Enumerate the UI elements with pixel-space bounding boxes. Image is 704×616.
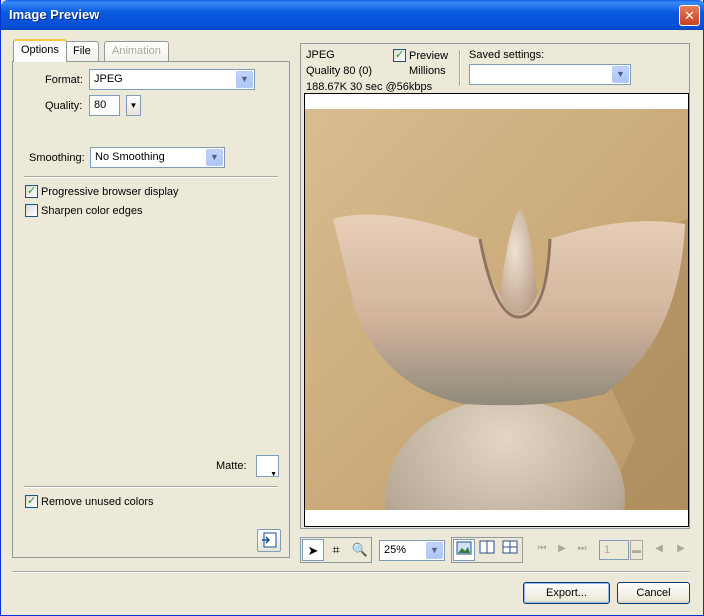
- sharpen-checkbox[interactable]: Sharpen color edges: [25, 204, 143, 217]
- cancel-button[interactable]: Cancel: [617, 582, 690, 604]
- next-frame-icon: ▶: [677, 543, 685, 554]
- progressive-label: Progressive browser display: [41, 185, 179, 198]
- matte-color-swatch[interactable]: ▼: [256, 455, 279, 478]
- preview-area[interactable]: [304, 93, 689, 527]
- quality-label: Quality:: [45, 100, 83, 112]
- previous-frame-button: ◀: [651, 541, 667, 557]
- checkbox-box[interactable]: [25, 204, 38, 217]
- frame-number-value: 1: [604, 544, 611, 556]
- next-frame-button: ▶: [673, 541, 689, 557]
- remove-unused-checkbox[interactable]: ✓ Remove unused colors: [25, 495, 154, 508]
- saved-settings-select[interactable]: ▼: [469, 64, 631, 85]
- quality-slider-button[interactable]: ▼: [126, 95, 141, 116]
- checkmark-icon: ✓: [27, 185, 37, 197]
- divider: [24, 176, 278, 178]
- matte-label: Matte:: [216, 460, 247, 472]
- last-frame-icon: ⏭: [577, 543, 587, 554]
- zoom-select[interactable]: 25% ▼: [379, 540, 445, 561]
- window-title: Image Preview: [9, 7, 100, 22]
- quality-field[interactable]: 80: [89, 95, 120, 116]
- format-value: JPEG: [94, 73, 123, 85]
- title-bar[interactable]: Image Preview ✕: [1, 0, 704, 30]
- tab-file[interactable]: File: [65, 41, 99, 61]
- smoothing-value: No Smoothing: [95, 151, 165, 163]
- export-wizard-icon: [262, 532, 277, 548]
- single-view-button[interactable]: [453, 539, 475, 561]
- crop-icon: ⌗: [332, 542, 340, 557]
- export-button[interactable]: Export...: [523, 582, 610, 604]
- export-wizard-button[interactable]: [257, 529, 281, 552]
- pointer-icon: ➤: [307, 543, 319, 558]
- image-icon: [456, 541, 472, 555]
- pointer-tool-button[interactable]: ➤: [302, 539, 324, 561]
- tab-options[interactable]: Options: [13, 39, 67, 62]
- magnifier-icon: 🔍: [351, 542, 369, 557]
- saved-settings-label: Saved settings:: [469, 49, 545, 61]
- progressive-checkbox[interactable]: ✓ Progressive browser display: [25, 185, 179, 198]
- crop-tool-button[interactable]: ⌗: [325, 539, 347, 561]
- stepper-icon: ▬: [632, 545, 641, 555]
- frame-number-field: 1: [599, 540, 629, 560]
- preview-checkbox[interactable]: ✓ Preview: [393, 49, 448, 62]
- smoothing-label: Smoothing:: [29, 152, 85, 164]
- remove-unused-label: Remove unused colors: [41, 495, 154, 508]
- options-panel: [12, 61, 290, 558]
- preview-label: Preview: [409, 49, 449, 62]
- preview-image: [305, 109, 688, 510]
- checkbox-box[interactable]: ✓: [25, 185, 38, 198]
- chevron-down-icon: ▼: [206, 149, 223, 166]
- preview-colors: Millions: [409, 65, 446, 77]
- triangle-down-icon: ▼: [270, 471, 277, 478]
- split-4-icon: [502, 540, 518, 554]
- checkbox-box[interactable]: ✓: [393, 49, 406, 62]
- quality-value: 80: [94, 99, 107, 111]
- chevron-down-icon: ▼: [612, 66, 629, 83]
- zoom-tool-button[interactable]: 🔍: [349, 539, 371, 561]
- checkbox-box[interactable]: ✓: [25, 495, 38, 508]
- split-2-icon: [479, 540, 495, 554]
- first-frame-icon: ⏮: [537, 543, 547, 554]
- zoom-value: 25%: [384, 544, 407, 556]
- checkmark-icon: ✓: [395, 49, 405, 61]
- sharpen-label: Sharpen color edges: [41, 204, 143, 217]
- close-icon: ✕: [684, 8, 695, 23]
- first-frame-button: ⏮: [534, 541, 550, 557]
- split-view-4-button[interactable]: [499, 539, 521, 561]
- play-button: ▶: [554, 541, 570, 557]
- triangle-down-icon: ▼: [129, 101, 138, 110]
- play-icon: ▶: [558, 543, 566, 554]
- last-frame-button: ⏭: [574, 541, 590, 557]
- divider: [459, 50, 461, 86]
- frame-stepper: ▬: [630, 540, 643, 560]
- format-select[interactable]: JPEG ▼: [89, 69, 255, 90]
- divider: [12, 571, 690, 573]
- image-preview-dialog: Image Preview ✕ Options File Animation F…: [0, 0, 704, 616]
- chevron-down-icon: ▼: [236, 71, 253, 88]
- tab-animation: Animation: [104, 41, 169, 61]
- previous-frame-icon: ◀: [655, 543, 663, 554]
- smoothing-select[interactable]: No Smoothing ▼: [90, 147, 225, 168]
- close-button[interactable]: ✕: [679, 5, 700, 26]
- split-view-2-button[interactable]: [476, 539, 498, 561]
- chevron-down-icon: ▼: [426, 542, 443, 559]
- format-label: Format:: [45, 74, 83, 86]
- divider: [24, 486, 278, 488]
- checkmark-icon: ✓: [27, 495, 37, 507]
- sculpture-photo: [305, 109, 688, 510]
